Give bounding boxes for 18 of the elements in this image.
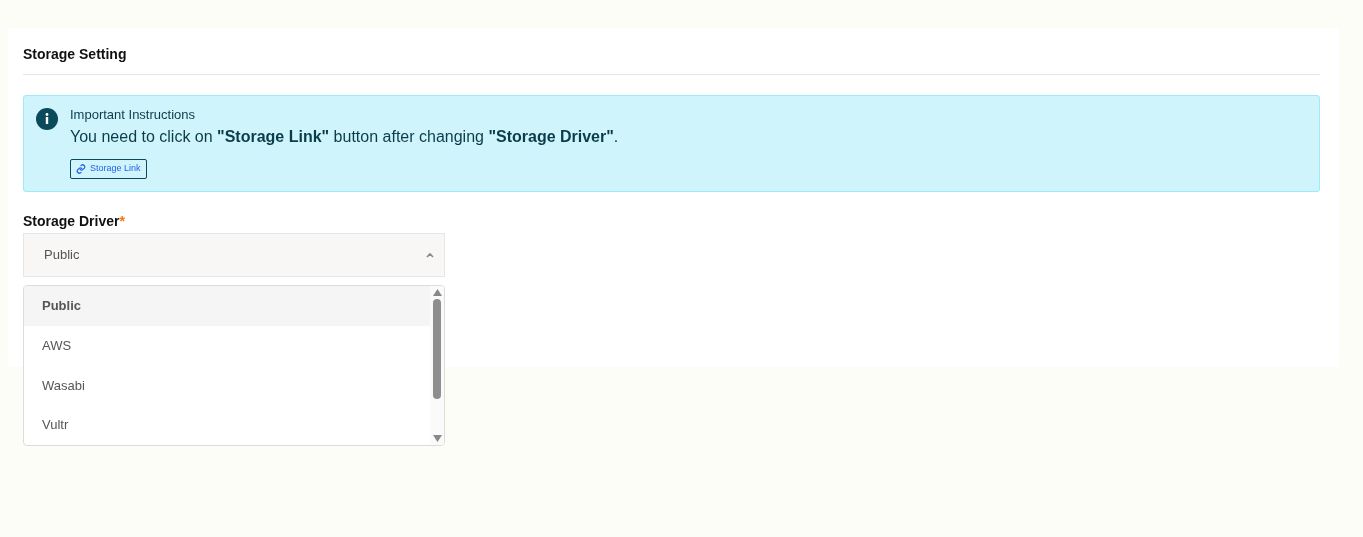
dropdown-option[interactable]: Public (24, 286, 430, 326)
scroll-up-icon[interactable] (432, 289, 442, 296)
scroll-thumb[interactable] (433, 299, 441, 399)
dropdown-option[interactable]: Vultr (24, 405, 430, 445)
alert-message: You need to click on "Storage Link" button after changing "Storage Driver". (70, 127, 619, 147)
alert-title: Important Instructions (70, 107, 195, 123)
dropdown-option[interactable]: Wasabi (24, 365, 430, 406)
storage-driver-select[interactable]: Public (23, 233, 445, 277)
link-icon (76, 164, 86, 174)
storage-link-button[interactable]: Storage Link (70, 159, 147, 179)
info-icon (36, 108, 58, 130)
required-mark: * (119, 213, 125, 229)
field-label: Storage Driver (23, 213, 120, 229)
chevron-icon (426, 252, 434, 258)
scroll-down-icon[interactable] (432, 435, 442, 442)
section-title: Storage Setting (23, 45, 128, 64)
scrollbar[interactable] (430, 286, 444, 445)
dropdown-option[interactable]: AWS (24, 325, 430, 366)
